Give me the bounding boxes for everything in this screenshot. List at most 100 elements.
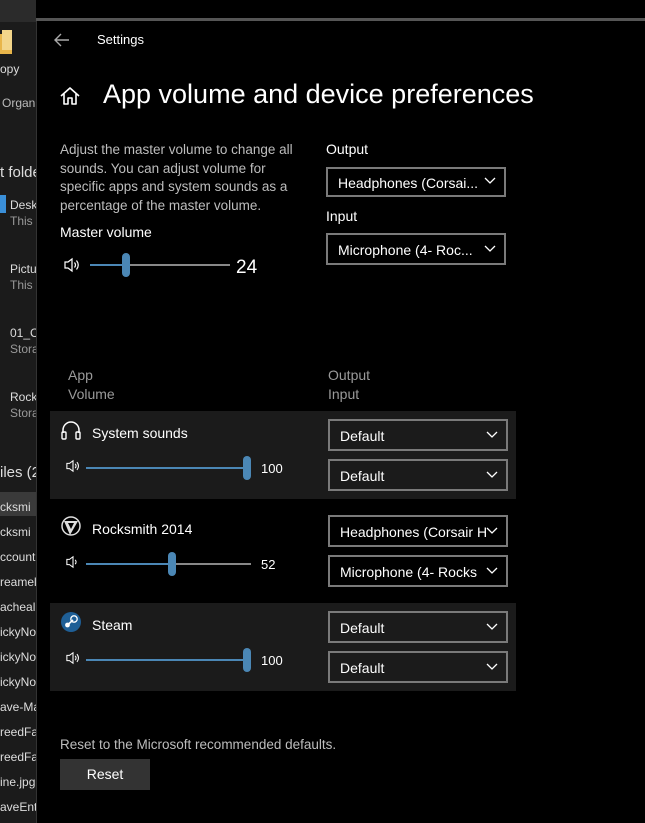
explorer-item-01c[interactable]: 01_C: [10, 326, 36, 340]
window-title: Settings: [97, 32, 144, 47]
reset-button[interactable]: Reset: [60, 759, 150, 790]
headphones-icon: [61, 421, 81, 440]
title-bar: Settings: [37, 21, 645, 59]
settings-window: Settings App volume and device preferenc…: [36, 21, 645, 823]
volume-column-label: Volume: [68, 386, 115, 402]
app-output-dropdown[interactable]: Default: [328, 611, 508, 643]
steam-icon: [61, 612, 81, 632]
explorer-file[interactable]: ine.jpg: [0, 775, 35, 789]
chevron-down-icon: [486, 567, 498, 574]
input-device-value: Microphone (4- Roc...: [338, 242, 473, 258]
explorer-item-01c-sub: Stora: [10, 342, 36, 356]
slider-thumb[interactable]: [243, 456, 251, 480]
slider-fill: [86, 659, 243, 661]
app-input-dropdown[interactable]: Default: [328, 651, 508, 683]
app-volume-slider[interactable]: [86, 552, 251, 576]
app-input-value: Default: [340, 660, 385, 676]
app-row-rocksmith: Rocksmith 2014 52 Headphones (Corsair H …: [50, 507, 516, 595]
apps-column-header-right: Output Input: [328, 366, 370, 404]
chevron-down-icon: [486, 527, 498, 534]
slider-thumb[interactable]: [243, 648, 251, 672]
rocksmith-icon: [61, 516, 81, 536]
master-slider-thumb[interactable]: [121, 253, 130, 277]
chevron-down-icon: [484, 245, 496, 252]
explorer-file[interactable]: ickyNo: [0, 675, 36, 689]
app-input-value: Default: [340, 468, 385, 484]
app-input-value: Microphone (4- Rocks: [340, 564, 477, 580]
explorer-item-rock-sub: Stora: [10, 406, 36, 420]
app-column-label: App: [68, 367, 93, 383]
apps-column-header-left: App Volume: [68, 366, 115, 404]
output-label: Output: [326, 141, 369, 157]
app-row-steam: Steam 100 Default Default: [50, 603, 516, 691]
desktop-folder-icon: [0, 195, 6, 213]
input-device-dropdown[interactable]: Microphone (4- Roc...: [326, 233, 506, 265]
speaker-icon[interactable]: [63, 257, 81, 273]
explorer-file[interactable]: cksmi: [0, 500, 31, 514]
app-volume-value: 100: [261, 653, 283, 668]
master-slider-rest: [129, 264, 230, 266]
input-label: Input: [326, 208, 358, 224]
app-input-dropdown[interactable]: Microphone (4- Rocks: [328, 555, 508, 587]
background-explorer-window: opy Organ t folde Desk This Pictu This 0…: [0, 0, 36, 823]
explorer-item-desktop-sub: This: [10, 214, 33, 228]
master-description: Adjust the master volume to change all s…: [60, 142, 293, 213]
explorer-file[interactable]: reedFal: [0, 725, 36, 739]
back-arrow-icon[interactable]: [51, 30, 73, 50]
explorer-copy-label[interactable]: opy: [0, 62, 19, 76]
explorer-titlebar: [0, 0, 36, 22]
app-input-dropdown[interactable]: Default: [328, 459, 508, 491]
explorer-file[interactable]: cksmi: [0, 525, 31, 539]
slider-fill: [86, 467, 243, 469]
explorer-organize-label[interactable]: Organ: [2, 96, 35, 110]
app-output-value: Default: [340, 620, 385, 636]
reset-description: Reset to the Microsoft recommended defau…: [60, 737, 337, 752]
explorer-item-pictures[interactable]: Pictu: [10, 262, 36, 276]
output-column-label: Output: [328, 367, 371, 383]
master-volume-value: 24: [236, 257, 258, 278]
speaker-icon[interactable]: [65, 651, 81, 665]
app-output-value: Headphones (Corsair H: [340, 524, 488, 540]
app-name: Rocksmith 2014: [92, 521, 193, 537]
app-output-dropdown[interactable]: Headphones (Corsair H: [328, 515, 508, 547]
chevron-down-icon: [486, 623, 498, 630]
explorer-files-heading: iles (2: [0, 464, 36, 481]
page-title: App volume and device preferences: [103, 79, 534, 109]
slider-thumb[interactable]: [167, 552, 176, 576]
explorer-file[interactable]: ickyNo: [0, 625, 36, 639]
chevron-down-icon: [486, 471, 498, 478]
slider-rest: [175, 563, 251, 565]
explorer-item-pictures-sub: This: [10, 278, 33, 292]
speaker-icon[interactable]: [65, 555, 81, 569]
input-column-label: Input: [328, 386, 360, 402]
output-device-value: Headphones (Corsai...: [338, 175, 479, 191]
output-device-dropdown[interactable]: Headphones (Corsai...: [326, 167, 506, 197]
explorer-file[interactable]: acheal.: [0, 600, 36, 614]
app-output-value: Default: [340, 428, 385, 444]
explorer-file[interactable]: ickyNo: [0, 650, 36, 664]
master-slider-fill: [90, 264, 122, 266]
app-volume-slider[interactable]: [86, 456, 251, 480]
speaker-icon[interactable]: [65, 459, 81, 473]
explorer-file[interactable]: ccount: [0, 550, 35, 564]
chevron-down-icon: [486, 431, 498, 438]
app-volume-slider[interactable]: [86, 648, 251, 672]
explorer-file[interactable]: reamel: [0, 575, 36, 589]
explorer-file[interactable]: ave-Ma: [0, 700, 36, 714]
master-volume-slider[interactable]: [90, 253, 230, 277]
app-volume-value: 100: [261, 461, 283, 476]
explorer-item-desktop[interactable]: Desk: [10, 198, 36, 212]
app-name: Steam: [92, 617, 133, 633]
app-output-dropdown[interactable]: Default: [328, 419, 508, 451]
master-volume-label: Master volume: [60, 224, 152, 240]
slider-fill: [86, 563, 168, 565]
explorer-folders-heading: t folde: [0, 164, 36, 181]
app-volume-value: 52: [261, 557, 276, 572]
chevron-down-icon: [486, 663, 498, 670]
explorer-file[interactable]: reedFal: [0, 750, 36, 764]
explorer-item-rock[interactable]: Rock: [10, 390, 36, 404]
home-icon[interactable]: [59, 85, 81, 107]
chevron-down-icon: [484, 177, 496, 184]
explorer-file[interactable]: aveEntr: [0, 800, 36, 814]
app-row-system-sounds: System sounds 100 Default Default: [50, 411, 516, 499]
